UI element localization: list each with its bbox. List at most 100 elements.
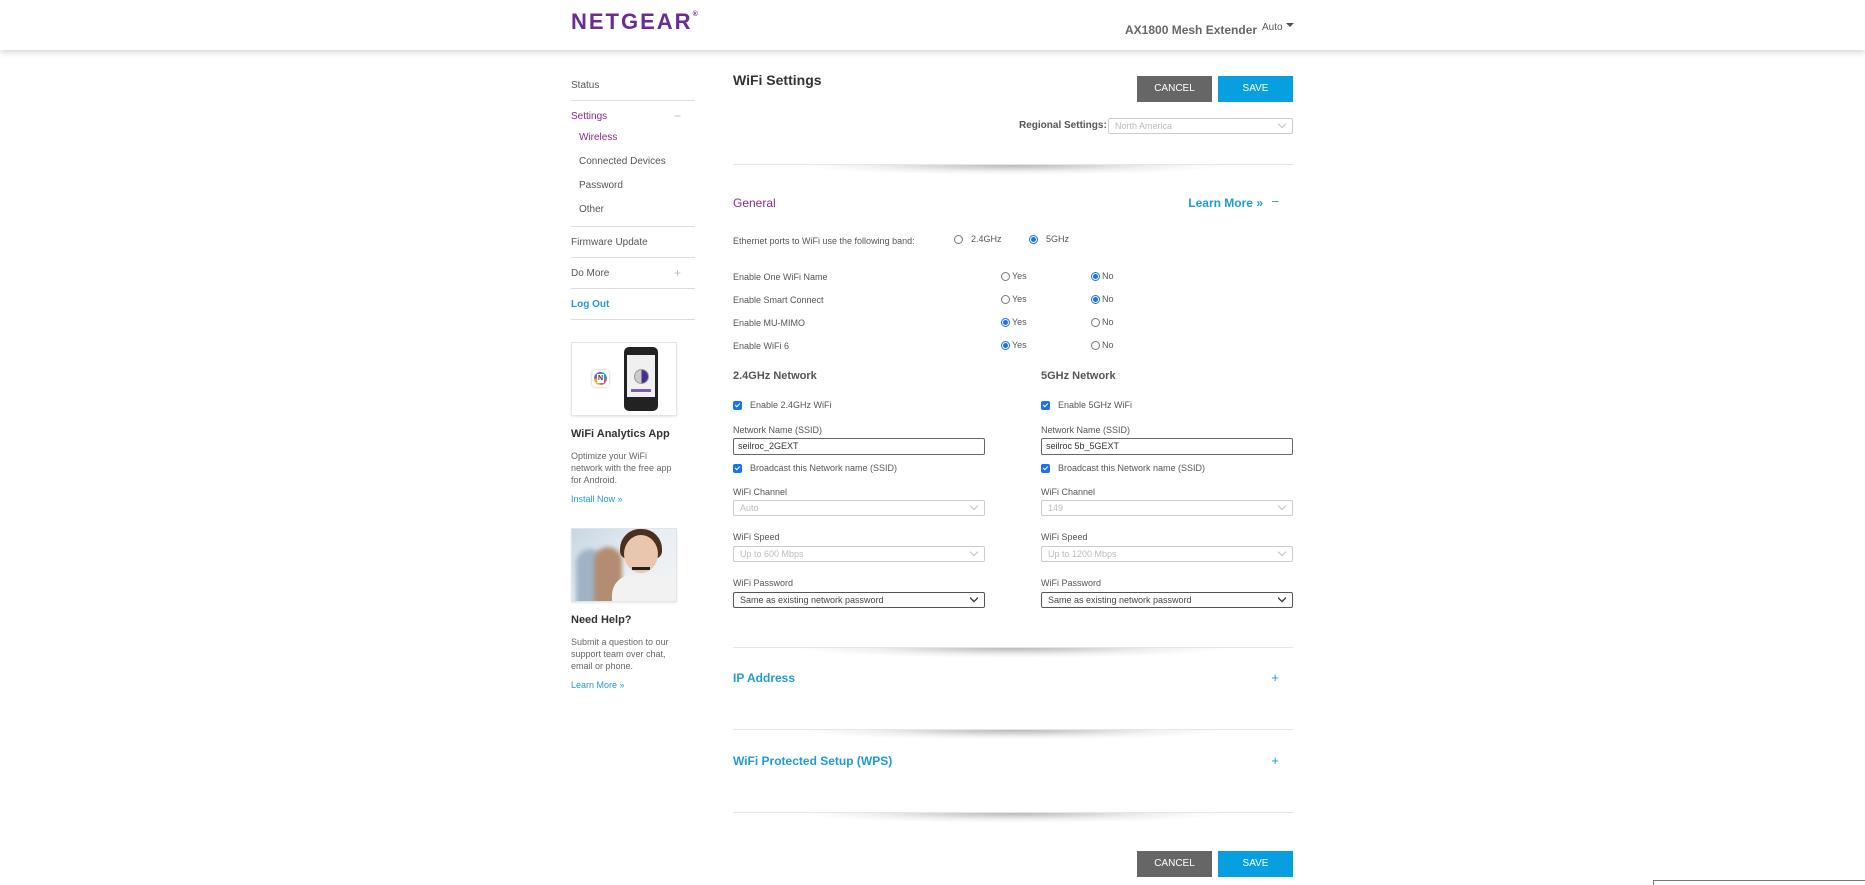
enable-5ghz-checkbox[interactable]: Enable 5GHz WiFi [1041, 400, 1132, 410]
radio-label: 5GHz [1046, 234, 1070, 244]
top-header: NETGEAR® AX1800 Mesh Extender Auto [0, 0, 1865, 50]
smart-connect-yes-radio[interactable]: Yes [1001, 294, 1027, 304]
section-shadow [793, 648, 1233, 658]
speed-5ghz-select[interactable]: Up to 1200 Mbps [1041, 546, 1293, 562]
one-wifi-name-yes-radio[interactable]: Yes [1001, 271, 1027, 281]
chevron-down-icon [1278, 551, 1286, 557]
wifi-6-no-radio[interactable]: No [1091, 340, 1114, 350]
save-button-bottom[interactable]: SAVE [1218, 851, 1293, 877]
radio-label: No [1102, 271, 1114, 281]
settings-submenu: Wireless Connected Devices Password Othe… [571, 126, 695, 227]
one-wifi-name-no-radio[interactable]: No [1091, 271, 1114, 281]
checkbox-checked-icon [733, 463, 742, 473]
phone-icon [624, 347, 658, 411]
expand-icon[interactable]: + [1271, 753, 1279, 768]
sidebar: Status Settings − Wireless Connected Dev… [571, 70, 695, 690]
learn-more-link[interactable]: Learn More » [1188, 196, 1263, 210]
ip-address-section-title[interactable]: IP Address [733, 671, 795, 685]
broadcast-5ghz-checkbox[interactable]: Broadcast this Network name (SSID) [1041, 463, 1205, 473]
radio-label: Yes [1012, 340, 1027, 350]
regional-settings-label: Regional Settings: [1019, 120, 1107, 131]
speed-2-4ghz-select[interactable]: Up to 600 Mbps [733, 546, 985, 562]
network-title: 2.4GHz Network [733, 370, 817, 382]
netgear-logo[interactable]: NETGEAR® [571, 9, 698, 35]
wps-section-title[interactable]: WiFi Protected Setup (WPS) [733, 754, 892, 768]
promo-title: Need Help? [571, 614, 632, 626]
sidebar-subitem-wireless[interactable]: Wireless [571, 126, 695, 150]
radio-label: Yes [1012, 271, 1027, 281]
radio-on-icon [1029, 234, 1038, 244]
password-5ghz-select[interactable]: Same as existing network password [1041, 592, 1293, 608]
select-value: 149 [1048, 503, 1064, 513]
channel-2-4ghz-select[interactable]: Auto [733, 500, 985, 516]
radio-label: No [1102, 340, 1114, 350]
general-section-title: General [733, 196, 776, 210]
sidebar-item-settings[interactable]: Settings − [571, 101, 695, 126]
chevron-down-icon [970, 597, 978, 603]
smart-connect-no-radio[interactable]: No [1091, 294, 1114, 304]
cancel-button-bottom[interactable]: CANCEL [1137, 851, 1212, 877]
sidebar-item-label: Firmware Update [571, 237, 648, 248]
radio-label: No [1102, 317, 1114, 327]
ethernet-band-5ghz-radio[interactable]: 5GHz [1029, 234, 1069, 244]
ethernet-band-2-4ghz-radio[interactable]: 2.4GHz [954, 234, 1002, 244]
section-shadow [793, 813, 1233, 823]
registered-mark: ® [692, 11, 698, 18]
sidebar-item-label: Settings [571, 111, 608, 122]
collapse-icon[interactable]: − [1271, 194, 1279, 209]
select-value: Auto [740, 503, 759, 513]
broadcast-2-4ghz-checkbox[interactable]: Broadcast this Network name (SSID) [733, 463, 897, 473]
netgear-app-icon: N [592, 370, 609, 387]
sidebar-subitem-connected-devices[interactable]: Connected Devices [571, 150, 695, 174]
radio-off-icon [954, 234, 963, 244]
radio-off-icon [1091, 317, 1100, 327]
channel-5ghz-select[interactable]: 149 [1041, 500, 1293, 516]
radio-label: Yes [1012, 317, 1027, 327]
section-shadow [793, 165, 1233, 175]
ssid-label: Network Name (SSID) [1041, 425, 1131, 435]
radio-on-icon [1091, 294, 1100, 304]
network-title: 5GHz Network [1041, 370, 1116, 382]
language-dropdown[interactable]: Auto [1262, 22, 1294, 33]
expand-icon[interactable]: + [674, 266, 681, 280]
wifi-analytics-app-image[interactable]: N [571, 342, 677, 416]
chevron-down-icon [970, 551, 978, 557]
save-button[interactable]: SAVE [1218, 76, 1293, 102]
select-value: Same as existing network password [1048, 595, 1192, 605]
ssid-5ghz-input[interactable]: seilroc 5b_5GEXT [1041, 438, 1293, 455]
checkbox-label: Broadcast this Network name (SSID) [750, 463, 898, 473]
sidebar-subitem-password[interactable]: Password [571, 174, 695, 198]
enable-2-4ghz-checkbox[interactable]: Enable 2.4GHz WiFi [733, 400, 832, 410]
regional-settings-value: North America [1115, 121, 1173, 131]
sidebar-item-firmware-update[interactable]: Firmware Update [571, 227, 695, 258]
promo-text: Submit a question to our support team ov… [571, 637, 669, 671]
mu-mimo-no-radio[interactable]: No [1091, 317, 1114, 327]
password-2-4ghz-select[interactable]: Same as existing network password [733, 592, 985, 608]
mu-mimo-label: Enable MU-MIMO [733, 318, 806, 328]
collapse-icon[interactable]: − [674, 109, 681, 123]
learn-more-link[interactable]: Learn More » [571, 680, 695, 690]
select-value: Up to 600 Mbps [740, 549, 804, 559]
radio-off-icon [1001, 271, 1010, 281]
promo-text: Optimize your WiFi network with the free… [571, 451, 672, 485]
wifi-6-yes-radio[interactable]: Yes [1001, 340, 1027, 350]
sidebar-item-log-out[interactable]: Log Out [571, 289, 695, 320]
install-now-link[interactable]: Install Now » [571, 494, 695, 504]
password-label: WiFi Password [733, 578, 794, 588]
radio-on-icon [1001, 340, 1010, 350]
sidebar-subitem-other[interactable]: Other [571, 198, 695, 222]
radio-on-icon [1091, 271, 1100, 281]
sidebar-item-status[interactable]: Status [571, 70, 695, 101]
mu-mimo-yes-radio[interactable]: Yes [1001, 317, 1027, 327]
caret-down-icon [1285, 23, 1294, 28]
select-value: Up to 1200 Mbps [1048, 549, 1117, 559]
regional-settings-select[interactable]: North America [1108, 118, 1293, 134]
ssid-2-4ghz-input[interactable]: seilroc_2GEXT [733, 438, 985, 455]
radio-off-icon [1091, 340, 1100, 350]
expand-icon[interactable]: + [1271, 670, 1279, 685]
need-help-promo: Need Help? Submit a question to our supp… [571, 528, 695, 690]
promo-title: WiFi Analytics App [571, 428, 670, 440]
support-agent-image[interactable] [571, 528, 677, 602]
sidebar-item-do-more[interactable]: Do More + [571, 258, 695, 289]
cancel-button[interactable]: CANCEL [1137, 76, 1212, 102]
